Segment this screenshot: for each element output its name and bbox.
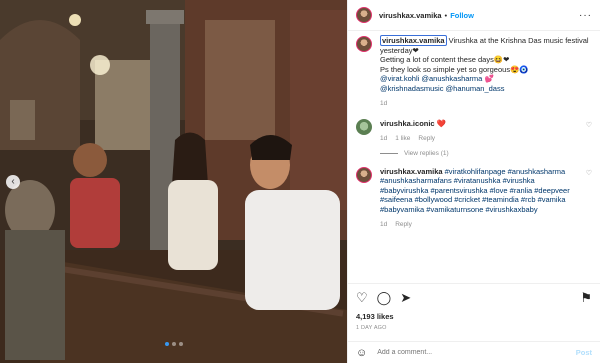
- bookmark-icon[interactable]: ⚑: [580, 290, 592, 306]
- comments-feed[interactable]: virushkax.vamika Virushka at the Krishna…: [348, 30, 600, 280]
- carousel-prev-button[interactable]: ‹: [6, 175, 20, 189]
- post-header: virushkax.vamika • Follow ···: [348, 0, 600, 31]
- reply-button[interactable]: Reply: [418, 134, 435, 144]
- caption-meta: 1d: [380, 99, 592, 109]
- comment-meta: 1d Reply: [380, 220, 580, 230]
- add-comment-input[interactable]: [375, 348, 576, 357]
- carousel-dot: [178, 342, 183, 346]
- post-side-panel: virushkax.vamika • Follow ··· virushkax.…: [347, 0, 600, 363]
- view-replies-label: View replies (1): [404, 149, 449, 157]
- comment-likes[interactable]: 1 like: [395, 134, 410, 144]
- caption-row: virushkax.vamika Virushka at the Krishna…: [348, 30, 600, 109]
- chevron-left-icon: ‹: [11, 176, 15, 187]
- comment-input-bar: ☺ Post: [348, 341, 600, 363]
- comment-username[interactable]: virushkax.vamika: [380, 167, 443, 176]
- divider: [380, 152, 398, 154]
- caption-emoji-4: 💕: [484, 74, 494, 83]
- carousel-dot: [171, 342, 176, 346]
- follow-button[interactable]: Follow: [450, 11, 474, 20]
- share-icon[interactable]: ➤: [400, 290, 411, 306]
- separator: •: [444, 10, 448, 20]
- post-photo[interactable]: ‹: [0, 0, 347, 363]
- post-timestamp: 1 DAY AGO: [356, 325, 387, 331]
- carousel-indicator: [0, 342, 347, 346]
- caption-emoji-1: ❤: [412, 45, 419, 55]
- post-comment-button[interactable]: Post: [576, 348, 592, 357]
- view-replies-button[interactable]: View replies (1): [380, 150, 600, 157]
- heart-icon[interactable]: ♡: [586, 121, 592, 144]
- comment-icon[interactable]: ◯: [377, 290, 392, 306]
- avatar[interactable]: [356, 166, 372, 183]
- comment-username[interactable]: virushka.iconic: [380, 119, 435, 128]
- likes-count[interactable]: 4,193 likes: [356, 312, 592, 321]
- caption-time: 1d: [380, 100, 388, 107]
- concert-photo-image: [0, 0, 347, 363]
- heart-icon[interactable]: ♡: [586, 169, 592, 230]
- comment-time: 1d: [380, 135, 388, 142]
- caption-mentions-1[interactable]: @virat.kohli @anushkasharma: [380, 74, 482, 83]
- avatar[interactable]: [356, 118, 372, 135]
- comment-text: ❤️: [436, 118, 447, 128]
- caption-emoji-2: 😆❤: [493, 55, 510, 64]
- emoji-icon[interactable]: ☺: [356, 347, 367, 359]
- avatar[interactable]: [356, 36, 372, 52]
- header-username[interactable]: virushkax.vamika: [379, 11, 442, 20]
- avatar[interactable]: [356, 7, 372, 23]
- comment-time: 1d: [380, 221, 388, 228]
- comment-row: virushka.iconic ❤️ 1d 1 like Reply ♡: [348, 109, 600, 144]
- action-icons: ♡ ◯ ➤ ⚑: [356, 290, 592, 306]
- reply-button[interactable]: Reply: [395, 220, 412, 230]
- more-options-icon[interactable]: ···: [579, 10, 592, 21]
- caption-text-3: Ps they look so simple yet so gorgeous: [380, 64, 511, 74]
- post-actions: ♡ ◯ ➤ ⚑ 4,193 likes 1 DAY AGO: [348, 283, 600, 331]
- like-heart-icon[interactable]: ♡: [356, 290, 368, 306]
- caption-emoji-3: 😍🧿: [510, 64, 529, 74]
- carousel-dot: [164, 342, 169, 346]
- post-container: ‹ virushkax.vamika • Follow ··· virushka…: [0, 0, 600, 363]
- caption-username[interactable]: virushkax.vamika: [380, 35, 447, 46]
- caption-text-2: Getting a lot of content these days: [380, 55, 494, 64]
- caption-mentions-2[interactable]: @krishnadasmusic @hanuman_dass: [380, 84, 504, 93]
- comment-meta: 1d 1 like Reply: [380, 134, 580, 144]
- comment-row: virushkax.vamika #viratkohlifanpage #anu…: [348, 157, 600, 230]
